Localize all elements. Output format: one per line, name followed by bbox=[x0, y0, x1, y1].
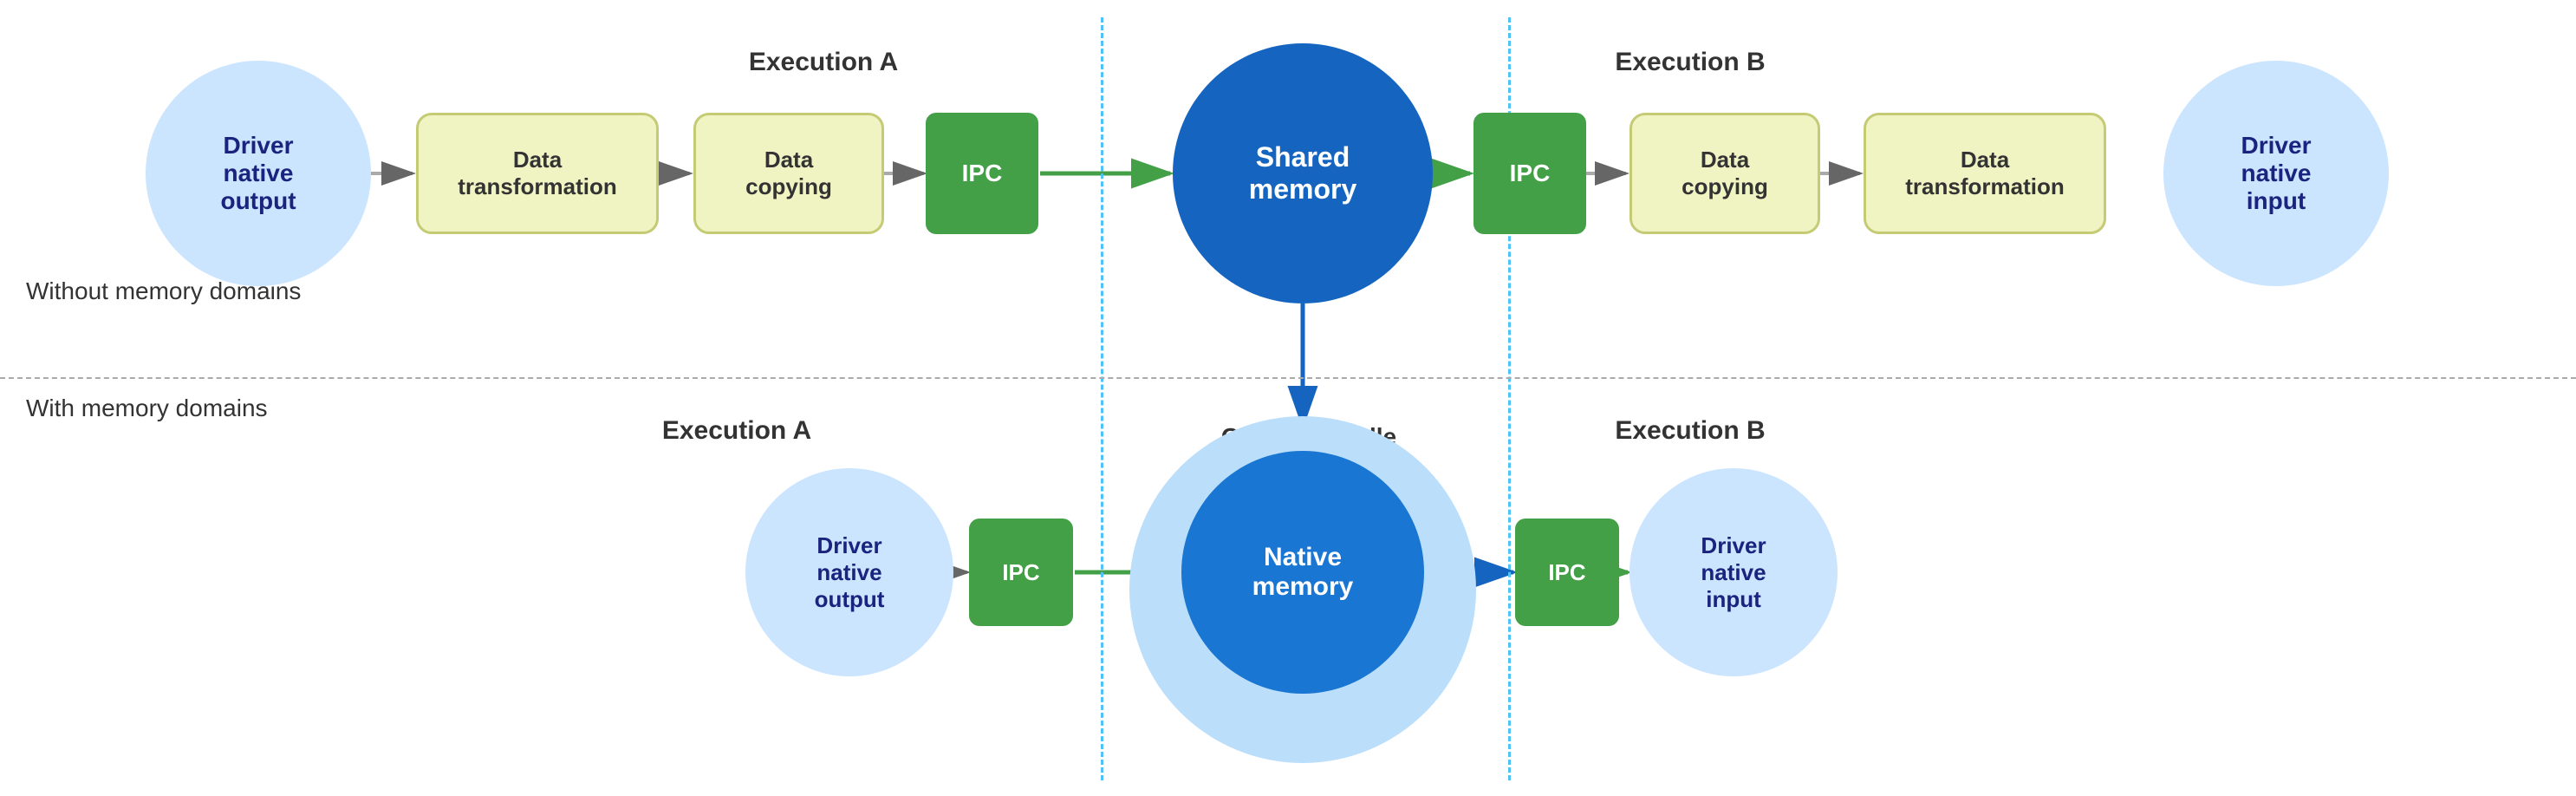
exec-a-label-bottom: Execution A bbox=[607, 416, 867, 446]
data-transformation-2: Data transformation bbox=[1864, 113, 2106, 234]
ipc-2: IPC bbox=[1473, 113, 1586, 234]
data-copying-2: Data copying bbox=[1630, 113, 1820, 234]
vline-left bbox=[1101, 17, 1103, 780]
exec-a-label-top: Execution A bbox=[693, 48, 953, 77]
diagram-container: Without memory domains With memory domai… bbox=[0, 0, 2576, 796]
section-divider bbox=[0, 377, 2576, 379]
ipc-4: IPC bbox=[1515, 519, 1619, 626]
driver-native-output-bottom: Driver native output bbox=[745, 468, 953, 676]
driver-native-input-bottom: Driver native input bbox=[1630, 468, 1838, 676]
exec-b-label-bottom: Execution B bbox=[1560, 416, 1820, 446]
native-memory-inner: Native memory bbox=[1181, 451, 1424, 694]
label-with-memory-domains: With memory domains bbox=[26, 395, 268, 422]
shared-memory: Shared memory bbox=[1173, 43, 1433, 303]
data-copying-1: Data copying bbox=[693, 113, 884, 234]
data-transformation-1: Data transformation bbox=[416, 113, 659, 234]
ipc-3: IPC bbox=[969, 519, 1073, 626]
driver-native-input-top: Driver native input bbox=[2163, 61, 2389, 286]
driver-native-output-top: Driver native output bbox=[146, 61, 371, 286]
exec-b-label-top: Execution B bbox=[1560, 48, 1820, 77]
ipc-1: IPC bbox=[926, 113, 1038, 234]
